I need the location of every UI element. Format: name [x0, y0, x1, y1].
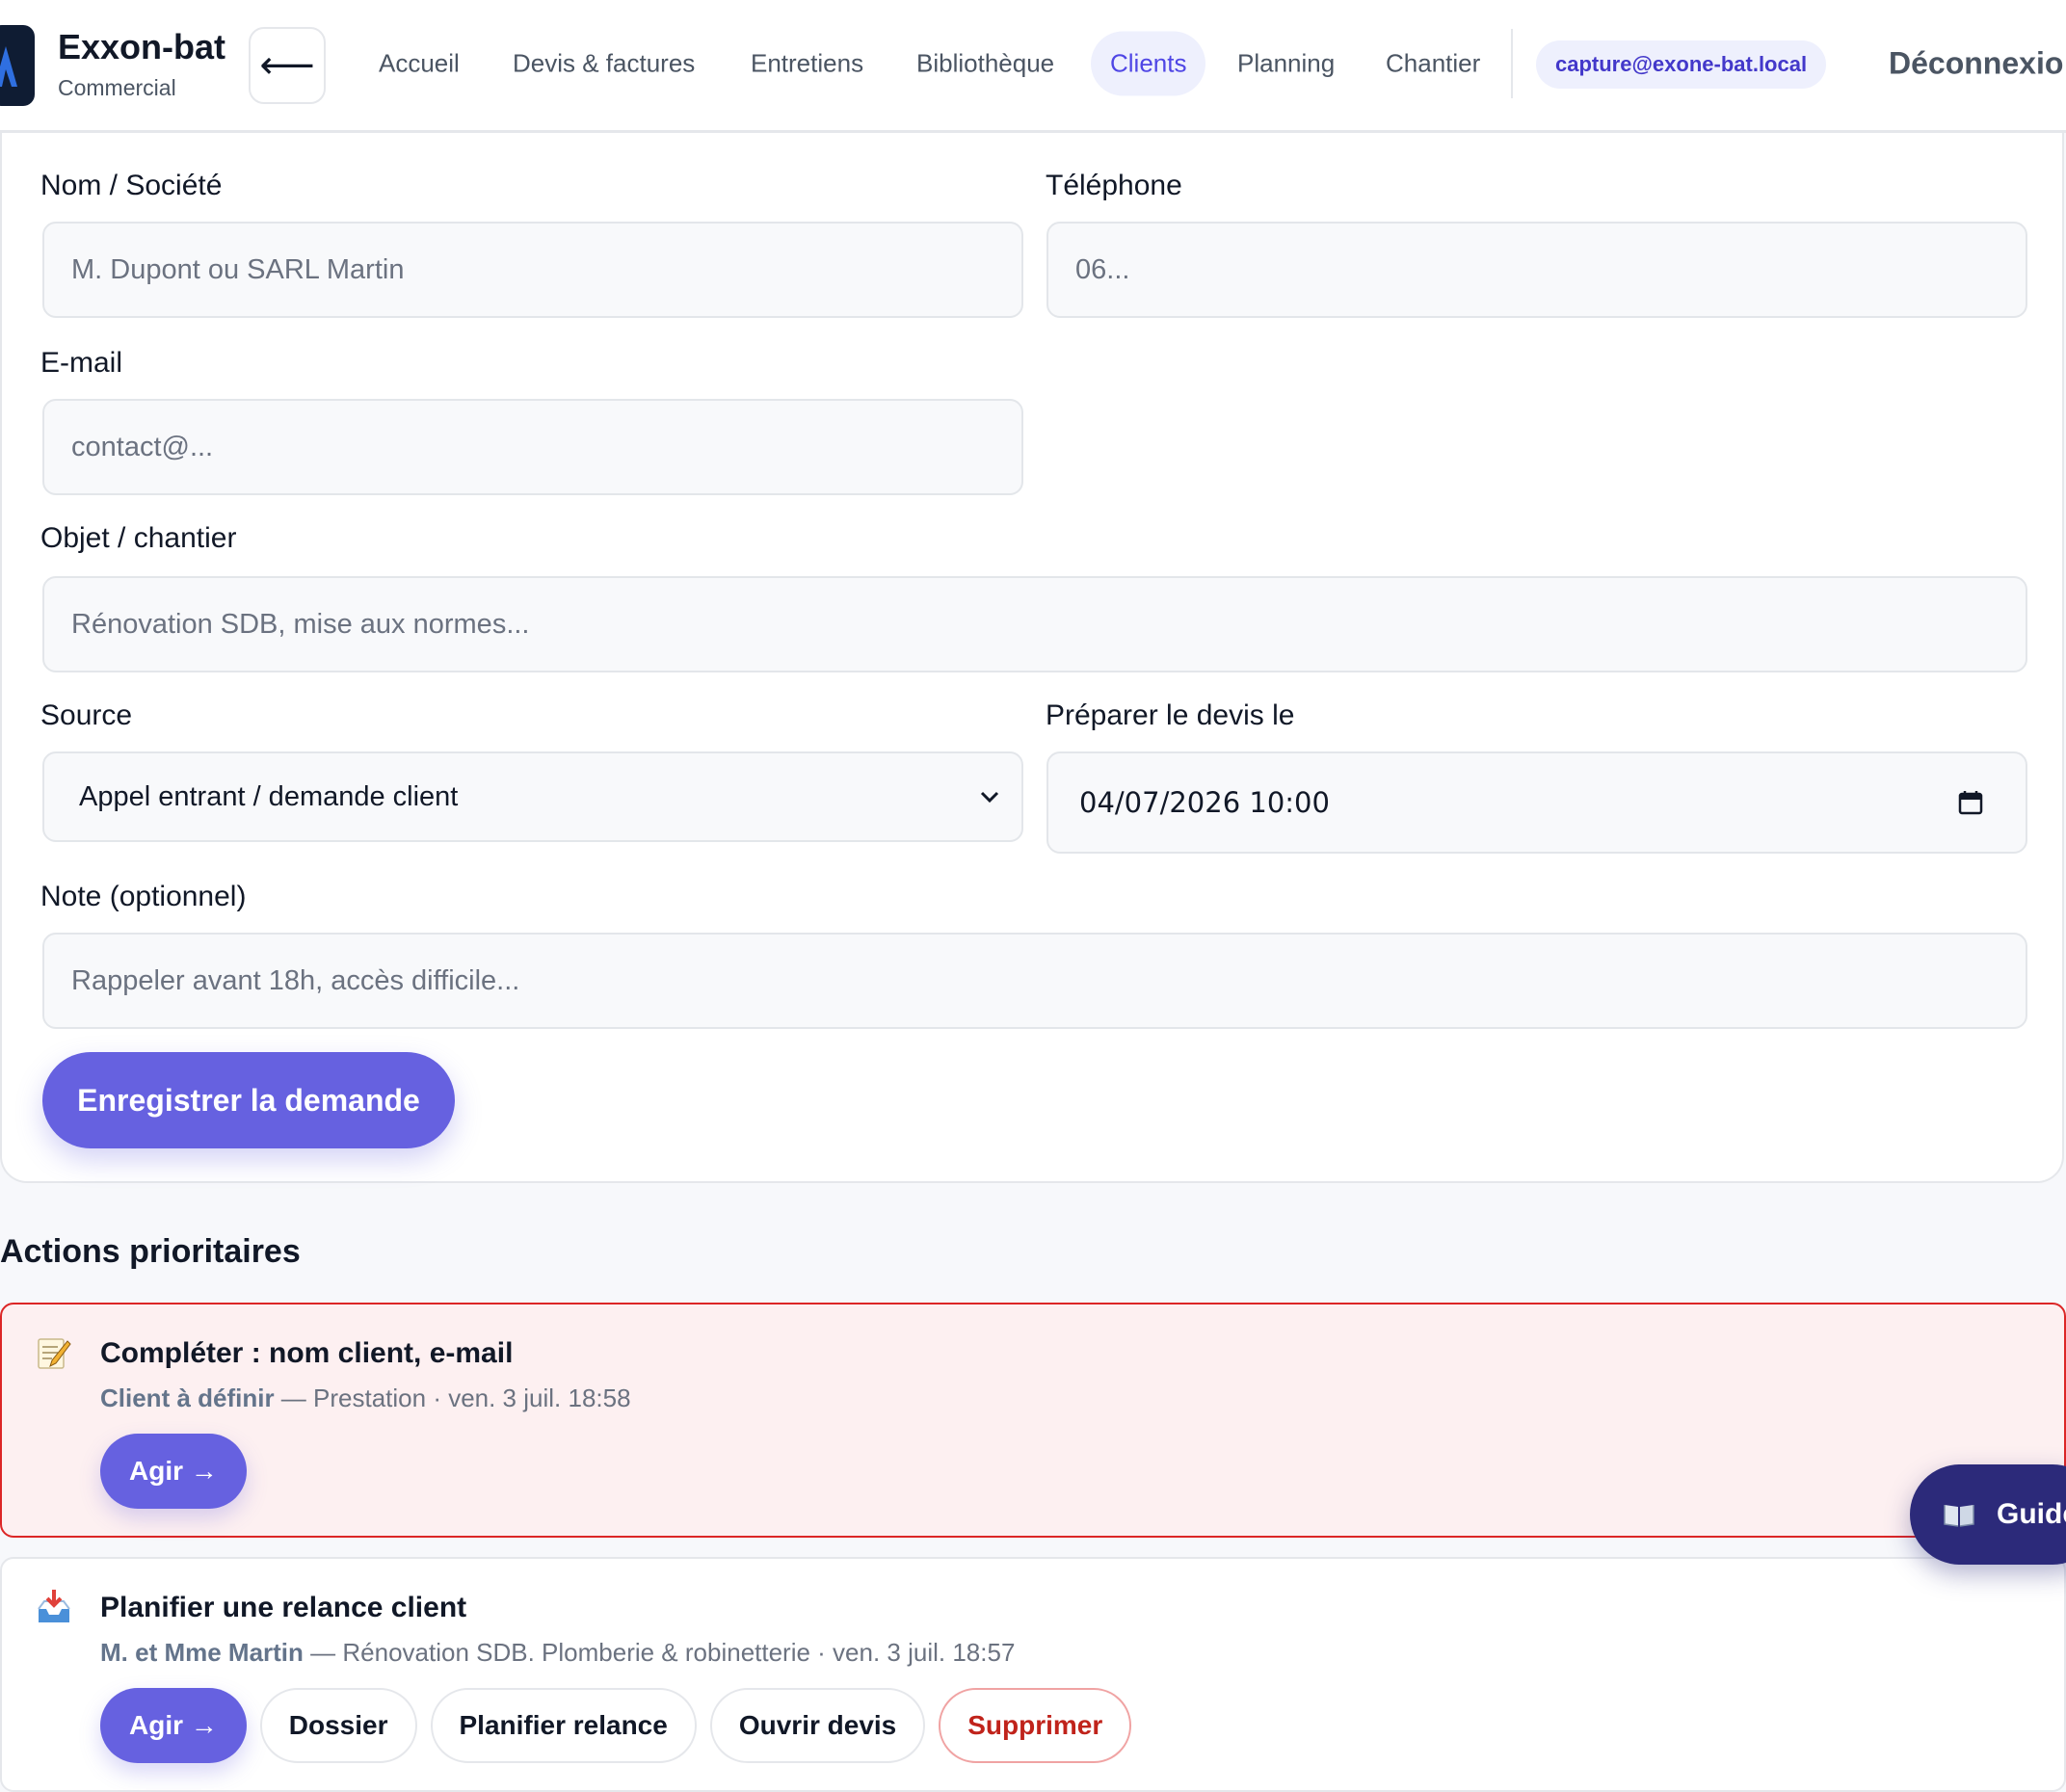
brand-role: Commercial — [58, 75, 176, 100]
arrow-left-icon: ⟵ — [259, 44, 315, 87]
memo-pencil-icon — [38, 1338, 71, 1369]
subject-field[interactable]: Rénovation SDB, mise aux normes... — [42, 576, 2027, 672]
quote-date-value: 04/07/2026 10:00 — [1079, 786, 1330, 819]
agir-button[interactable]: Agir → — [100, 1434, 247, 1509]
nav-item-accueil[interactable]: Accueil — [379, 49, 460, 79]
open-quote-button[interactable]: Ouvrir devis — [709, 1688, 926, 1763]
agir-button[interactable]: Agir → — [100, 1688, 247, 1763]
delete-button[interactable]: Supprimer — [939, 1688, 1132, 1763]
action-button-row: Agir → Dossier Planifier relance Ouvrir … — [100, 1688, 1132, 1763]
action-subtitle: Client à définir — Prestation · ven. 3 j… — [100, 1384, 631, 1413]
action-client-name: M. et Mme Martin — [100, 1638, 304, 1667]
source-label: Source — [40, 699, 133, 731]
action-subtitle: M. et Mme Martin — Rénovation SDB. Plomb… — [100, 1638, 1015, 1668]
guide-label: Guide — [1997, 1498, 2066, 1530]
source-selected-value: Appel entrant / demande client — [79, 780, 459, 812]
quote-date-label: Préparer le devis le — [1046, 699, 1295, 731]
note-field[interactable]: Rappeler avant 18h, accès difficile... — [42, 933, 2027, 1029]
plan-followup-button[interactable]: Planifier relance — [430, 1688, 697, 1763]
dossier-button[interactable]: Dossier — [259, 1688, 417, 1763]
nav-item-devis-factures[interactable]: Devis & factures — [513, 49, 695, 79]
nav-item-chantier[interactable]: Chantier — [1386, 49, 1480, 79]
name-placeholder: M. Dupont ou SARL Martin — [71, 253, 405, 285]
action-button-row: Agir → — [100, 1434, 247, 1509]
brand-name: Exxon-bat — [58, 27, 226, 66]
nav-divider — [1511, 29, 1513, 98]
action-title: Planifier une relance client — [100, 1592, 467, 1623]
subject-label: Objet / chantier — [40, 522, 237, 554]
logout-link[interactable]: Déconnexio — [1889, 46, 2063, 82]
calendar-icon[interactable] — [1958, 790, 1983, 815]
user-email-badge[interactable]: capture@exone-bat.local — [1536, 40, 1827, 89]
email-placeholder: contact@... — [71, 431, 214, 462]
open-book-icon — [1944, 1505, 1974, 1527]
priority-actions-title: Actions prioritaires — [0, 1233, 301, 1270]
action-card-plan-followup: Planifier une relance client M. et Mme M… — [0, 1557, 2066, 1792]
email-label: E-mail — [40, 347, 123, 379]
top-header: Exxon-bat Commercial ⟵ Accueil Devis & f… — [0, 0, 2066, 133]
source-select[interactable]: Appel entrant / demande client — [42, 751, 1023, 842]
action-card-complete-info: Compléter : nom client, e-mail Client à … — [0, 1303, 2066, 1538]
action-client-name: Client à définir — [100, 1384, 275, 1412]
note-placeholder: Rappeler avant 18h, accès difficile... — [71, 964, 520, 996]
submit-request-button[interactable]: Enregistrer la demande — [42, 1052, 455, 1148]
subject-placeholder: Rénovation SDB, mise aux normes... — [71, 608, 530, 640]
inbox-tray-icon — [38, 1590, 70, 1622]
name-label: Nom / Société — [40, 170, 223, 201]
nav-item-clients[interactable]: Clients — [1091, 31, 1206, 96]
action-details: — Prestation · ven. 3 juil. 18:58 — [274, 1384, 631, 1412]
email-field[interactable]: contact@... — [42, 399, 1023, 495]
app-logo[interactable] — [0, 25, 35, 106]
action-title: Compléter : nom client, e-mail — [100, 1337, 514, 1369]
phone-placeholder: 06... — [1075, 253, 1130, 285]
name-field[interactable]: M. Dupont ou SARL Martin — [42, 222, 1023, 318]
back-button[interactable]: ⟵ — [249, 27, 326, 104]
nav-item-entretiens[interactable]: Entretiens — [751, 49, 863, 79]
guide-button[interactable]: Guide — [1910, 1464, 2066, 1565]
logo-mark-icon — [0, 46, 17, 87]
quote-date-field[interactable]: 04/07/2026 10:00 — [1046, 751, 2027, 854]
note-label: Note (optionnel) — [40, 881, 247, 912]
new-request-form: Nom / Société M. Dupont ou SARL Martin T… — [0, 133, 2064, 1183]
chevron-down-icon — [980, 791, 999, 804]
nav-item-bibliotheque[interactable]: Bibliothèque — [916, 49, 1054, 79]
phone-field[interactable]: 06... — [1046, 222, 2027, 318]
nav-item-planning[interactable]: Planning — [1237, 49, 1335, 79]
phone-label: Téléphone — [1046, 170, 1182, 201]
action-details: — Rénovation SDB. Plomberie & robinetter… — [303, 1638, 1016, 1667]
